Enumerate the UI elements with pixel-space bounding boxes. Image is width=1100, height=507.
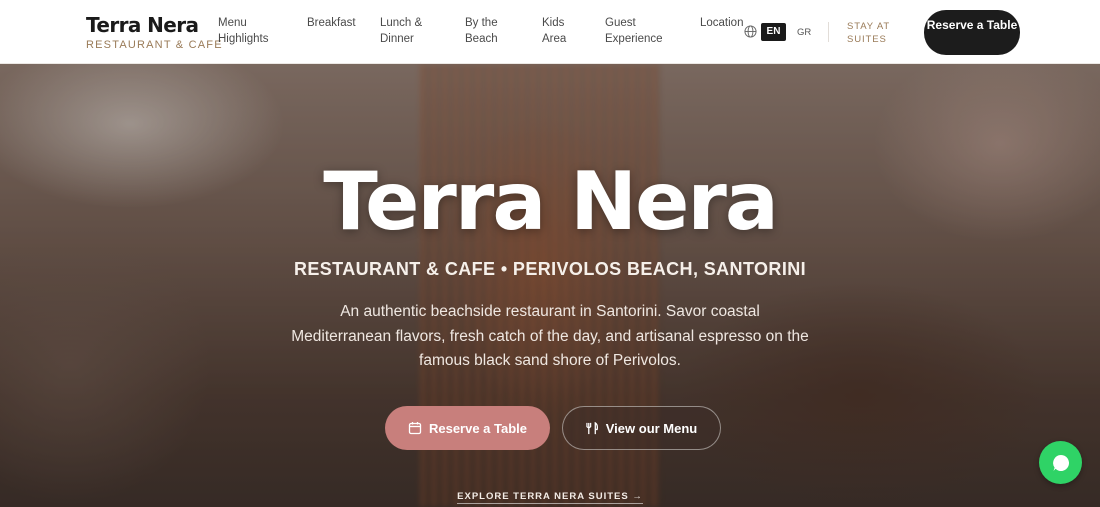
nav-item-breakfast[interactable]: Breakfast	[307, 16, 356, 32]
brand-subtitle: RESTAURANT & CAFE	[86, 39, 223, 51]
hero-overlay	[0, 64, 1100, 507]
nav-item-location[interactable]: Location	[700, 16, 743, 32]
whatsapp-chat-icon	[1052, 454, 1069, 471]
nav-item-kids-area[interactable]: Kids Area	[542, 16, 572, 47]
hero-reserve-button[interactable]: Reserve a Table	[385, 406, 550, 450]
header-divider	[828, 22, 829, 42]
hero-title: Terra Nera	[323, 155, 779, 248]
nav-item-guest-experience[interactable]: Guest Experience	[605, 16, 675, 47]
view-menu-label: View our Menu	[605, 420, 698, 436]
explore-suites-link[interactable]: EXPLORE TERRA NERA SUITES →	[0, 491, 1100, 504]
utensils-icon	[586, 421, 598, 434]
nav-item-by-the-beach[interactable]: By the Beach	[465, 16, 505, 47]
hero-section: Terra Nera RESTAURANT & CAFE • PERIVOLOS…	[0, 64, 1100, 507]
hero-subtitle: RESTAURANT & CAFE • PERIVOLOS BEACH, SAN…	[293, 259, 807, 279]
nav-item-menu-highlights[interactable]: Menu Highlights	[218, 16, 278, 47]
stay-at-suites-link[interactable]: STAY AT SUITES	[847, 20, 907, 46]
calendar-icon	[408, 422, 422, 435]
hero-reserve-label: Reserve a Table	[428, 420, 528, 436]
nav-item-lunch-dinner[interactable]: Lunch & Dinner	[380, 16, 428, 47]
brand-logo[interactable]: Terra Nera RESTAURANT & CAFE	[86, 14, 223, 51]
language-en-button[interactable]: EN	[761, 23, 786, 41]
hero-description: An authentic beachside restaurant in San…	[291, 303, 809, 369]
whatsapp-chat-button[interactable]	[1039, 441, 1082, 484]
explore-suites-label: EXPLORE TERRA NERA SUITES →	[457, 491, 643, 504]
brand-name: Terra Nera	[86, 13, 199, 37]
globe-icon	[744, 25, 757, 38]
view-menu-button[interactable]: View our Menu	[562, 406, 721, 450]
site-header: Terra Nera RESTAURANT & CAFE Menu Highli…	[0, 0, 1100, 64]
language-gr-button[interactable]: GR	[797, 27, 811, 38]
header-reserve-button[interactable]: Reserve a Table	[924, 10, 1020, 55]
